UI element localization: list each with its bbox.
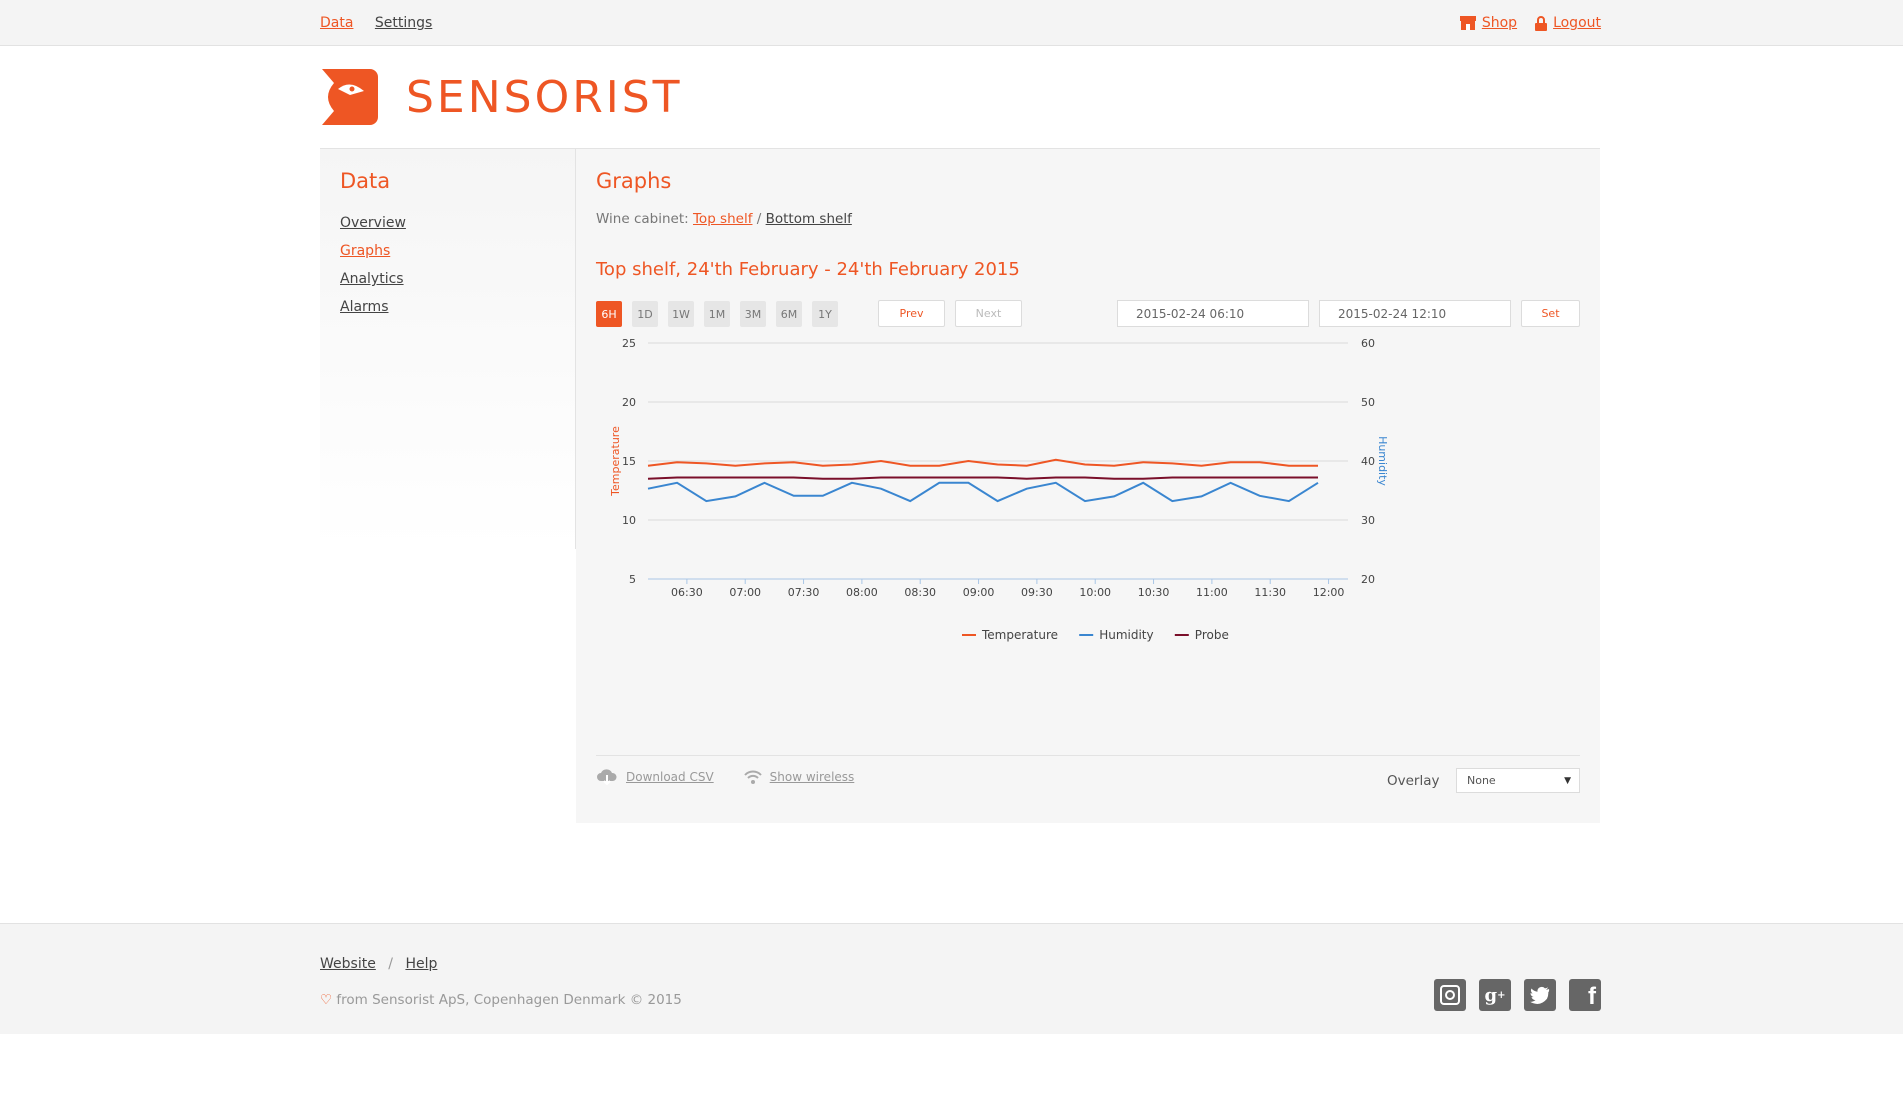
range-1w-button[interactable]: 1W	[668, 301, 694, 327]
facebook-icon[interactable]: f	[1569, 979, 1601, 1011]
copyright-text: from Sensorist ApS, Copenhagen Denmark ©…	[332, 992, 682, 1008]
x-tick-label: 09:00	[963, 586, 995, 599]
wifi-icon	[743, 770, 762, 784]
overlay-value: None	[1467, 774, 1496, 787]
range-3m-button[interactable]: 3M	[740, 301, 766, 327]
download-csv-link[interactable]: Download CSV	[596, 768, 714, 786]
cabinet-selector: Wine cabinet: Top shelf / Bottom shelf	[596, 211, 852, 227]
legend-label: Probe	[1195, 628, 1229, 642]
footer-separator: /	[388, 956, 393, 972]
lock-icon	[1535, 15, 1548, 31]
range-1y-button[interactable]: 1Y	[812, 301, 838, 327]
top-right-nav: Shop Logout	[1459, 15, 1601, 31]
shop-link[interactable]: Shop	[1459, 15, 1518, 31]
instagram-icon[interactable]	[1434, 979, 1466, 1011]
nav-data-link[interactable]: Data	[320, 15, 353, 31]
legend-label: Temperature	[981, 628, 1058, 642]
x-tick-label: 07:30	[788, 586, 820, 599]
sidebar-item-graphs[interactable]: Graphs	[340, 243, 390, 259]
cloud-download-icon	[597, 769, 617, 786]
shop-icon	[1459, 16, 1476, 30]
graph-title: Top shelf, 24'th February - 24'th Februa…	[596, 259, 1020, 280]
help-link[interactable]: Help	[405, 956, 437, 972]
top-nav: Data Settings	[320, 15, 449, 31]
google-plus-icon[interactable]: g +	[1479, 979, 1511, 1011]
next-button[interactable]: Next	[955, 300, 1022, 327]
overlay-select[interactable]: None ▼	[1456, 768, 1580, 793]
x-tick-label: 10:00	[1079, 586, 1111, 599]
y-right-axis-title: Humidity	[1376, 436, 1389, 486]
range-6m-button[interactable]: 6M	[776, 301, 802, 327]
sidebar-item-overview[interactable]: Overview	[340, 215, 406, 231]
y-left-axis-title: Temperature	[609, 426, 622, 497]
range-buttons: 6H 1D 1W 1M 3M 6M 1Y	[596, 301, 838, 327]
y-right-tick-label: 40	[1361, 455, 1375, 468]
x-tick-label: 06:30	[671, 586, 703, 599]
download-csv-label: Download CSV	[626, 770, 714, 784]
cabinet-bottom-shelf-link[interactable]: Bottom shelf	[766, 211, 852, 227]
y-left-tick-label: 5	[629, 573, 636, 586]
logout-label: Logout	[1553, 15, 1601, 31]
series-line-humidity	[647, 481, 1319, 503]
y-right-tick-label: 30	[1361, 514, 1375, 527]
x-tick-label: 08:30	[904, 586, 936, 599]
main-panel: Graphs Wine cabinet: Top shelf / Bottom …	[576, 149, 1600, 823]
bird-logo-icon	[322, 69, 378, 125]
sensor-chart: 5 10 15 20 25 20 30 40 50 60 06:30 07:00 07:30 08:00 0…	[576, 337, 1600, 719]
series-line-probe	[647, 476, 1318, 480]
x-tick-label: 08:00	[846, 586, 878, 599]
footer-links: Website / Help	[320, 956, 437, 972]
website-link[interactable]: Website	[320, 956, 376, 972]
to-date-input[interactable]: 2015-02-24 12:10	[1319, 300, 1511, 327]
cabinet-separator: /	[752, 211, 766, 227]
logout-link[interactable]: Logout	[1535, 15, 1601, 31]
y-left-tick-label: 10	[622, 514, 636, 527]
set-button[interactable]: Set	[1521, 300, 1580, 327]
x-tick-label: 11:00	[1196, 586, 1228, 599]
legend-label: Humidity	[1099, 628, 1153, 642]
nav-settings-link[interactable]: Settings	[375, 15, 432, 31]
x-tick-label: 09:30	[1021, 586, 1053, 599]
overlay-label: Overlay	[1387, 773, 1440, 789]
x-tick-label: 12:00	[1313, 586, 1345, 599]
sidebar-item-analytics[interactable]: Analytics	[340, 271, 404, 287]
chart-actions: Download CSV Show wireless	[596, 768, 854, 786]
y-left-tick-label: 25	[622, 339, 636, 350]
brand-name: SENSORIST	[406, 71, 683, 123]
sidebar: Data Overview Graphs Analytics Alarms	[320, 149, 576, 549]
cabinet-prefix: Wine cabinet:	[596, 211, 689, 227]
page-title: Graphs	[596, 169, 672, 193]
sidebar-title: Data	[340, 169, 391, 193]
y-left-tick-label: 15	[622, 455, 636, 468]
cabinet-top-shelf-link[interactable]: Top shelf	[693, 211, 752, 227]
top-bar: Data Settings Shop Logout	[0, 0, 1903, 46]
range-6h-button[interactable]: 6H	[596, 301, 622, 327]
shop-label: Shop	[1481, 15, 1518, 31]
footer: Website / Help ♡ from Sensorist ApS, Cop…	[0, 923, 1903, 1034]
y-right-tick-label: 60	[1361, 339, 1375, 350]
range-1d-button[interactable]: 1D	[632, 301, 658, 327]
x-tick-label: 07:00	[729, 586, 761, 599]
x-tick-label: 11:30	[1254, 586, 1286, 599]
copyright: ♡ from Sensorist ApS, Copenhagen Denmark…	[320, 992, 682, 1008]
y-right-tick-label: 50	[1361, 396, 1375, 409]
chart-svg: 5 10 15 20 25 20 30 40 50 60 06:30 07:00 07:30 08:00 0…	[609, 337, 1389, 642]
dropdown-arrow-icon: ▼	[1564, 775, 1571, 786]
heart-icon: ♡	[320, 992, 333, 1008]
sensorist-logo[interactable]: SENSORIST	[320, 67, 683, 127]
y-right-tick-label: 20	[1361, 573, 1375, 586]
y-left-tick-label: 20	[622, 396, 636, 409]
from-date-input[interactable]: 2015-02-24 06:10	[1117, 300, 1309, 327]
sidebar-menu: Overview Graphs Analytics Alarms	[340, 215, 406, 327]
twitter-icon[interactable]	[1524, 979, 1556, 1011]
show-wireless-link[interactable]: Show wireless	[743, 768, 855, 786]
prev-button[interactable]: Prev	[878, 300, 945, 327]
show-wireless-label: Show wireless	[769, 770, 855, 784]
range-1m-button[interactable]: 1M	[704, 301, 730, 327]
sidebar-item-alarms[interactable]: Alarms	[340, 299, 389, 315]
x-tick-label: 10:30	[1138, 586, 1170, 599]
divider	[596, 755, 1580, 756]
social-links: g + f	[1434, 979, 1601, 1011]
